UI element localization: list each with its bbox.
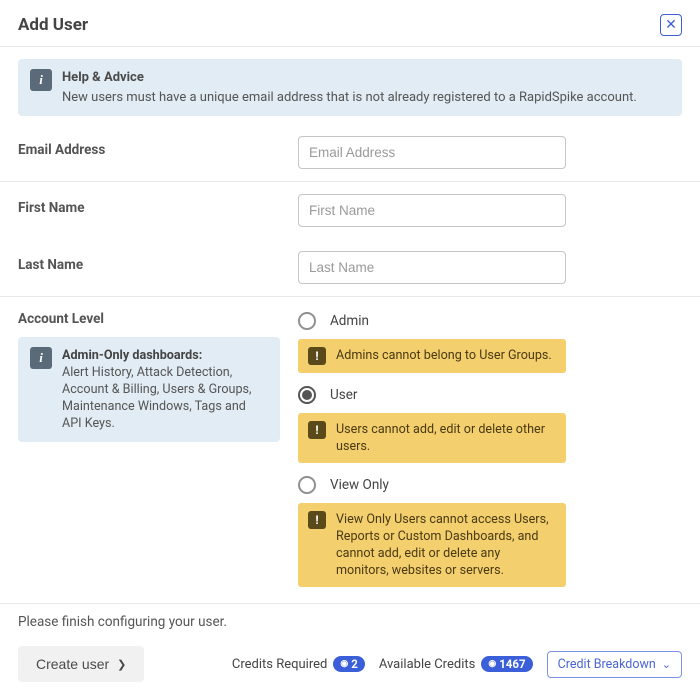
help-advice-body: New users must have a unique email addre…: [62, 90, 637, 105]
create-user-button[interactable]: Create user ❯: [18, 646, 144, 682]
info-icon: i: [30, 69, 52, 91]
warn-icon: !: [308, 347, 326, 365]
row-last-name: Last Name: [0, 239, 700, 296]
row-account-level: Account Level i Admin-Only dashboards: A…: [0, 297, 700, 603]
row-email: Email Address: [0, 124, 700, 181]
admin-only-text: Alert History, Attack Detection, Account…: [62, 365, 252, 431]
help-advice-text: Help & Advice New users must have a uniq…: [62, 69, 637, 106]
radio-icon: [298, 386, 316, 404]
last-name-field[interactable]: [298, 251, 566, 284]
radio-view-only[interactable]: View Only: [298, 473, 682, 497]
info-icon: i: [30, 347, 52, 369]
finish-text: Please finish configuring your user.: [0, 604, 700, 636]
label-account-level: Account Level: [18, 309, 298, 327]
radio-user[interactable]: User: [298, 383, 682, 407]
chevron-down-icon: ⌄: [662, 658, 671, 671]
radio-icon: [298, 312, 316, 330]
modal-header: Add User ✕: [0, 0, 700, 46]
first-name-field[interactable]: [298, 194, 566, 227]
warn-user: ! Users cannot add, edit or delete other…: [298, 413, 566, 463]
chevron-right-icon: ❯: [117, 658, 126, 671]
close-button[interactable]: ✕: [660, 14, 682, 36]
radio-admin-label: Admin: [330, 313, 369, 329]
label-first-name: First Name: [18, 194, 298, 216]
credits-required: Credits Required 2: [232, 656, 365, 672]
available-credits-label: Available Credits: [379, 657, 476, 672]
radio-admin[interactable]: Admin: [298, 309, 682, 333]
admin-only-title: Admin-Only dashboards:: [62, 347, 268, 364]
help-advice-box: i Help & Advice New users must have a un…: [18, 59, 682, 116]
modal-footer: Create user ❯ Credits Required 2 Availab…: [0, 636, 700, 696]
radio-user-label: User: [330, 387, 357, 403]
credits-required-label: Credits Required: [232, 657, 327, 672]
label-email: Email Address: [18, 136, 298, 158]
warn-icon: !: [308, 511, 326, 529]
modal-title: Add User: [18, 15, 88, 35]
radio-view-only-label: View Only: [330, 477, 389, 493]
help-advice-title: Help & Advice: [62, 69, 637, 87]
credit-breakdown-button[interactable]: Credit Breakdown ⌄: [547, 651, 682, 678]
add-user-modal: Add User ✕ i Help & Advice New users mus…: [0, 0, 700, 696]
label-last-name: Last Name: [18, 251, 298, 273]
account-level-radio-group: Admin ! Admins cannot belong to User Gro…: [298, 309, 682, 597]
credit-breakdown-label: Credit Breakdown: [558, 657, 656, 672]
warn-icon: !: [308, 421, 326, 439]
row-first-name: First Name: [0, 182, 700, 239]
warn-view-only: ! View Only Users cannot access Users, R…: [298, 503, 566, 587]
warn-admin-text: Admins cannot belong to User Groups.: [336, 347, 552, 364]
admin-only-info-box: i Admin-Only dashboards: Alert History, …: [18, 337, 280, 442]
divider: [0, 46, 700, 47]
available-credits-pill: 1467: [481, 656, 532, 672]
close-icon: ✕: [665, 17, 677, 33]
credits-required-pill: 2: [333, 656, 364, 672]
radio-icon: [298, 476, 316, 494]
warn-admin: ! Admins cannot belong to User Groups.: [298, 339, 566, 373]
email-field[interactable]: [298, 136, 566, 169]
warn-user-text: Users cannot add, edit or delete other u…: [336, 421, 556, 455]
warn-view-only-text: View Only Users cannot access Users, Rep…: [336, 511, 556, 579]
create-user-label: Create user: [36, 656, 109, 672]
available-credits: Available Credits 1467: [379, 656, 533, 672]
